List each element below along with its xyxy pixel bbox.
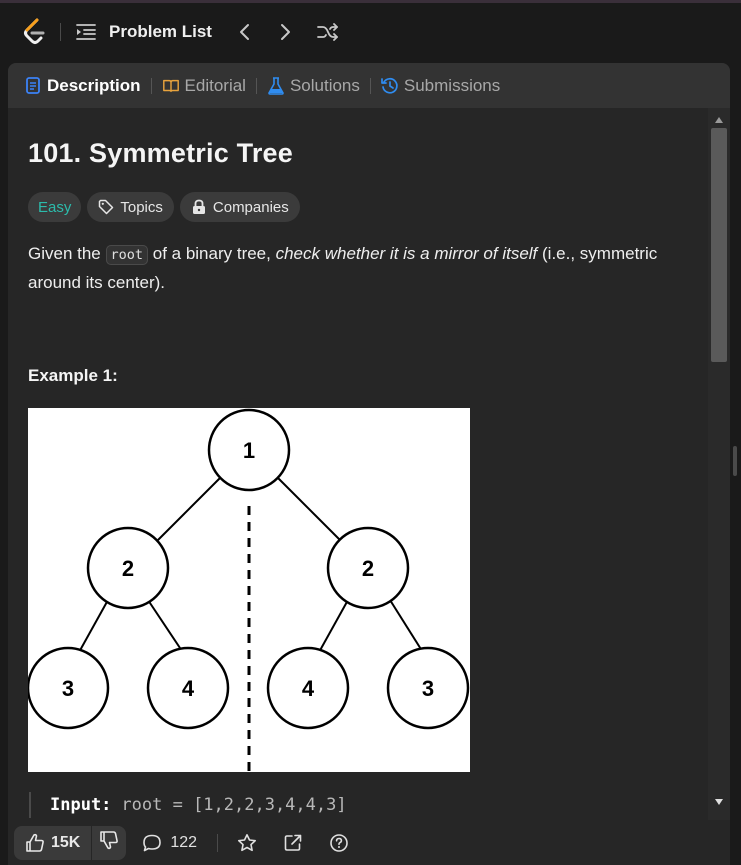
like-button[interactable]: 15K [14,826,91,860]
description-content[interactable]: 101. Symmetric Tree Easy Topics Companie… [8,108,708,820]
dislike-button[interactable] [92,826,126,860]
favorite-star-icon[interactable] [236,832,258,854]
comment-icon [142,833,162,853]
tree-label-rl: 4 [302,676,315,701]
content-scrollbar[interactable] [708,108,730,820]
desc-text-2: of a binary tree, [148,244,276,263]
shuffle-icon[interactable] [316,20,340,44]
prev-problem-icon[interactable] [232,20,256,44]
next-problem-icon[interactable] [274,20,298,44]
book-icon [162,77,180,95]
share-icon[interactable] [282,832,304,854]
desc-italic: check whether it is a mirror of itself [275,244,538,263]
problem-panel: Description Editorial Solutions Submissi… [8,63,730,865]
topics-button[interactable]: Topics [87,192,174,222]
tree-label-root: 1 [243,438,255,463]
tree-label-ll: 3 [62,676,74,701]
like-count: 15K [51,833,81,851]
comment-count: 122 [170,833,198,851]
scrollbar-thumb[interactable] [711,128,727,362]
flask-icon [267,76,285,95]
navbar-divider [60,23,61,41]
tab-description-label: Description [47,75,141,95]
tab-description[interactable]: Description [24,76,141,96]
example-1-title: Example 1: [28,366,118,385]
problem-list-link[interactable]: Problem List [109,22,212,42]
tree-label-lr: 4 [182,676,195,701]
tab-divider [150,77,152,94]
tag-icon [98,199,114,215]
tab-solutions[interactable]: Solutions [267,76,360,96]
tree-label-left: 2 [122,556,134,581]
top-navbar: Problem List [0,3,741,61]
panel-tab-bar: Description Editorial Solutions Submissi… [8,63,730,108]
problem-description: Given the root of a binary tree, check w… [28,240,688,296]
thumbs-down-icon [99,830,119,855]
tab-editorial[interactable]: Editorial [162,76,246,96]
footer-divider [217,833,219,852]
problem-tags: Easy Topics Companies [28,192,688,222]
input-value: root = [1,2,2,3,4,4,3] [121,795,347,815]
tree-label-rr: 3 [422,676,434,701]
tab-divider [369,77,371,94]
inline-code-root: root [105,245,149,265]
history-icon [381,77,399,95]
companies-button[interactable]: Companies [179,192,300,222]
like-dislike-group: 15K [14,825,127,860]
description-icon [24,77,42,95]
problem-list-icon[interactable] [75,21,97,43]
panel-footer: 15K 122 [8,820,730,865]
tab-divider [255,77,257,94]
thumbs-up-icon [25,833,45,853]
problem-title: 101. Symmetric Tree [28,138,293,168]
topics-label: Topics [120,198,163,216]
companies-label: Companies [212,198,289,216]
difficulty-badge: Easy [28,192,82,222]
example-tree-figure: 1 2 2 3 4 4 3 [28,408,470,772]
scroll-up-icon[interactable] [713,114,725,126]
example-input: Input: root = [1,2,2,3,4,4,3] [29,792,688,818]
tab-submissions-label: Submissions [403,75,501,95]
scroll-down-icon[interactable] [713,796,725,808]
lock-icon [191,199,207,215]
panel-resize-handle[interactable] [733,446,737,476]
tree-label-right: 2 [362,556,374,581]
leetcode-logo-icon[interactable] [22,17,48,47]
input-label: Input: [50,795,112,815]
help-icon[interactable] [328,832,350,854]
tab-editorial-label: Editorial [184,75,246,95]
tab-solutions-label: Solutions [289,75,360,95]
comments-button[interactable]: 122 [142,833,197,853]
tab-submissions[interactable]: Submissions [381,76,500,96]
desc-text-1: Given the [28,244,106,263]
